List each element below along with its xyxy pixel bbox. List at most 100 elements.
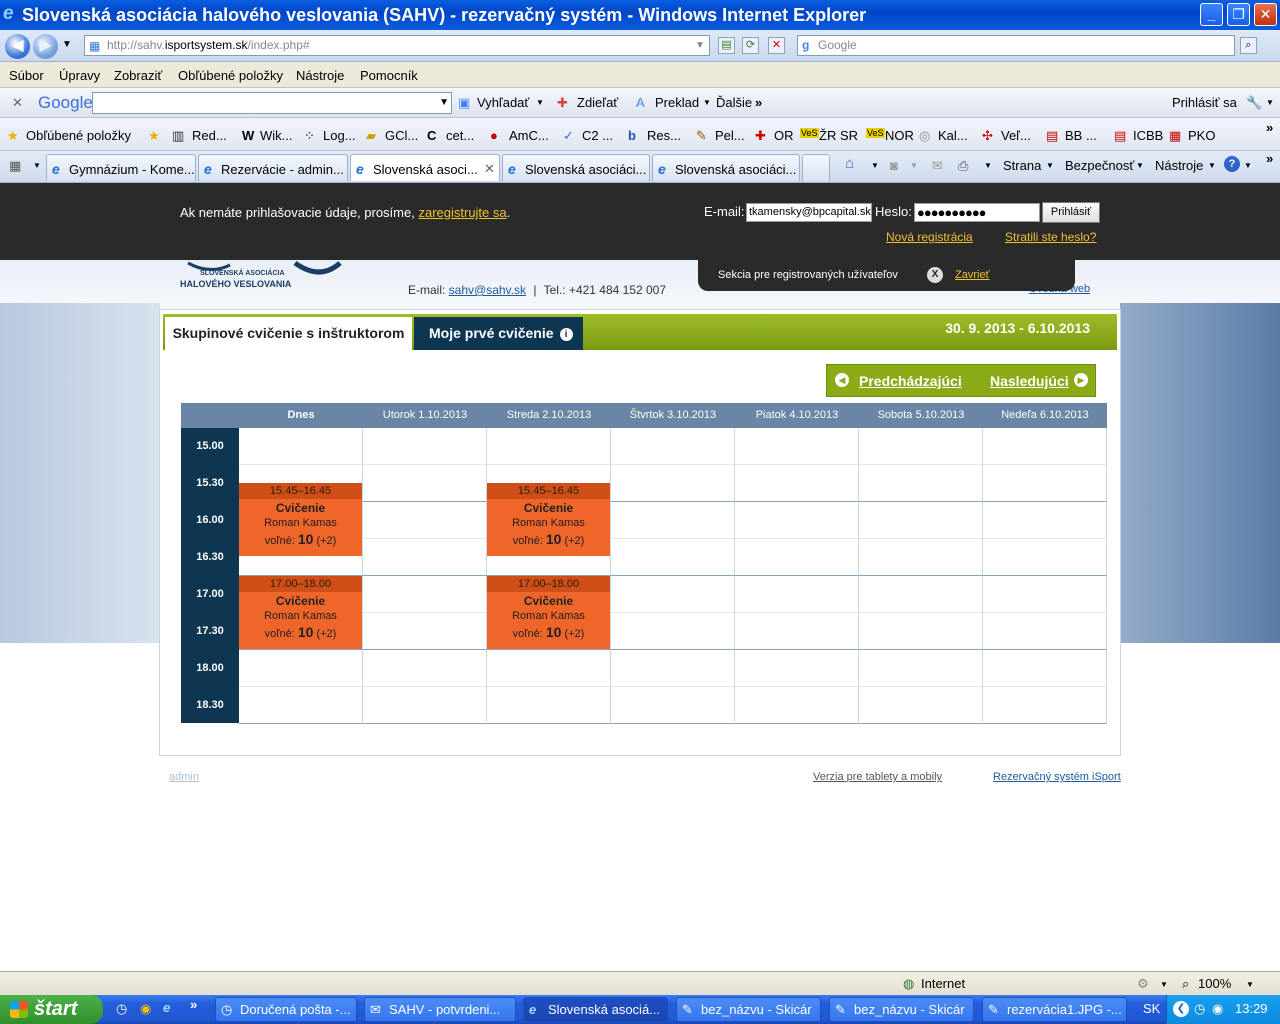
next-week-link[interactable]: Nasledujúci <box>990 373 1069 389</box>
close-section-link[interactable]: Zavrieť <box>955 269 990 281</box>
calendar-slot[interactable] <box>859 576 983 613</box>
training-event[interactable]: 17.00–18.00 Cvičenie Roman Kamas voľné: 10 … <box>487 576 610 649</box>
feeds-icon[interactable]: ◙ <box>890 158 898 173</box>
calendar-slot[interactable] <box>363 650 487 687</box>
feeds-dropdown-icon[interactable]: ▼ <box>910 161 918 170</box>
fav-item[interactable]: OR <box>774 128 794 143</box>
calendar-slot[interactable] <box>611 576 735 613</box>
google-search-input[interactable]: ▼ <box>92 92 452 114</box>
info-icon[interactable]: i <box>559 328 573 341</box>
lost-password-link[interactable]: Stratili ste heslo? <box>1005 230 1096 244</box>
login-password-input[interactable]: ●●●●●●●●●● <box>914 203 1040 222</box>
calendar-slot[interactable] <box>859 650 983 687</box>
fav-item[interactable]: Veľ... <box>1001 128 1031 143</box>
chrome-icon[interactable]: ◉ <box>140 1001 151 1017</box>
history-dropdown-icon[interactable]: ▼ <box>62 39 72 50</box>
tab-first-training[interactable]: Moje prvé cvičenie i <box>414 317 583 350</box>
calendar-slot[interactable] <box>859 465 983 502</box>
calendar-slot[interactable] <box>983 465 1107 502</box>
fav-item[interactable]: cet... <box>446 128 474 143</box>
register-link[interactable]: zaregistrujte sa <box>418 205 506 220</box>
training-event[interactable]: 15.45–16.45 Cvičenie Roman Kamas voľné: 10 … <box>239 483 362 556</box>
compatibility-icon[interactable]: ▤ <box>718 37 735 54</box>
fav-item[interactable]: AmC... <box>509 128 549 143</box>
calendar-slot[interactable] <box>487 428 611 465</box>
tools-dropdown-icon[interactable]: ▼ <box>1208 161 1216 170</box>
google-dropdown-icon[interactable]: ▼ <box>439 97 449 108</box>
calendar-slot[interactable] <box>239 428 363 465</box>
close-section-icon[interactable]: X <box>927 267 943 283</box>
browser-tab-active[interactable]: e Slovenská asoci... ✕ <box>350 154 500 181</box>
search-go-icon[interactable]: ⌕ <box>1240 37 1257 54</box>
fav-item[interactable]: NOR <box>885 128 914 143</box>
training-event[interactable]: 15.45–16.45 Cvičenie Roman Kamas voľné: 10 … <box>487 483 610 556</box>
fav-item[interactable]: Res... <box>647 128 681 143</box>
calendar-slot[interactable] <box>363 687 487 724</box>
mobile-version-link[interactable]: Verzia pre tablety a mobily <box>813 771 942 783</box>
calendar-slot[interactable] <box>611 539 735 576</box>
signin-button[interactable]: Prihlásiť sa <box>1172 95 1237 110</box>
calendar-slot[interactable] <box>363 428 487 465</box>
calendar-slot[interactable] <box>735 502 859 539</box>
page-dropdown-icon[interactable]: ▼ <box>1046 161 1054 170</box>
fav-item[interactable]: Pel... <box>715 128 745 143</box>
page-menu[interactable]: Strana <box>1003 158 1041 173</box>
taskbar-item[interactable]: ✎ bez_názvu - Skicár <box>829 997 974 1022</box>
calendar-slot[interactable] <box>983 539 1107 576</box>
training-event[interactable]: 17.00–18.00 Cvičenie Roman Kamas voľné: 10 … <box>239 576 362 649</box>
fav-item[interactable]: Red... <box>192 128 227 143</box>
help-icon[interactable]: ? <box>1224 156 1240 172</box>
new-tab-button[interactable] <box>802 154 830 181</box>
url-input[interactable]: ▦ http://sahv.isportsystem.sk/index.php#… <box>84 35 710 56</box>
stop-icon[interactable]: ✕ <box>768 37 785 54</box>
calendar-slot[interactable] <box>487 687 611 724</box>
tray-app-icon[interactable]: ◷ <box>1194 1001 1205 1017</box>
menu-file[interactable]: Súbor <box>9 68 44 83</box>
menu-edit[interactable]: Úpravy <box>59 68 100 83</box>
refresh-icon[interactable]: ⟳ <box>742 37 759 54</box>
calendar-slot[interactable] <box>611 650 735 687</box>
back-button[interactable]: ◀ <box>5 34 30 59</box>
browser-tab[interactable]: e Gymnázium - Kome... <box>46 154 196 181</box>
browser-tab[interactable]: e Rezervácie - admin... <box>198 154 348 181</box>
language-indicator[interactable]: SK <box>1143 1001 1160 1016</box>
maximize-button[interactable]: ❐ <box>1227 3 1250 26</box>
calendar-slot[interactable] <box>363 465 487 502</box>
calendar-slot[interactable] <box>983 650 1107 687</box>
calendar-slot[interactable] <box>611 613 735 650</box>
taskbar-item[interactable]: ✉ SAHV - potvrdeni... <box>364 997 516 1022</box>
safety-dropdown-icon[interactable]: ▼ <box>1136 161 1144 170</box>
help-dropdown-icon[interactable]: ▼ <box>1244 161 1252 170</box>
safety-menu[interactable]: Bezpečnosť <box>1065 158 1134 173</box>
quick-tabs-icon[interactable]: ▦ <box>9 158 21 174</box>
tab-close-icon[interactable]: ✕ <box>484 161 495 177</box>
site-logo[interactable]: SLOVENSKÁ ASOCIÁCIA HALOVÉHO VESLOVANIA <box>180 260 350 293</box>
calendar-slot[interactable] <box>363 576 487 613</box>
print-icon[interactable]: ⎙ <box>958 158 968 174</box>
tray-network-icon[interactable]: ◉ <box>1212 1001 1223 1017</box>
calendar-slot[interactable] <box>735 428 859 465</box>
favorites-more-icon[interactable]: » <box>1266 120 1273 135</box>
calendar-slot[interactable] <box>611 465 735 502</box>
translate-dropdown-icon[interactable]: ▼ <box>703 98 711 107</box>
login-email-input[interactable]: tkamensky@bpcapital.sk <box>746 203 872 222</box>
menu-tools[interactable]: Nástroje <box>296 68 344 83</box>
fav-item[interactable]: ŽR SR <box>819 128 858 143</box>
calendar-slot[interactable] <box>611 502 735 539</box>
calendar-slot[interactable] <box>859 613 983 650</box>
favorites-label[interactable]: Obľúbené položky <box>26 128 131 143</box>
calendar-slot[interactable] <box>859 687 983 724</box>
contact-email-link[interactable]: sahv@sahv.sk <box>449 283 526 297</box>
wrench-icon[interactable]: 🔧 <box>1246 95 1262 111</box>
fav-item[interactable]: PKO <box>1188 128 1215 143</box>
prev-arrow-icon[interactable]: ◀ <box>835 373 849 387</box>
calendar-slot[interactable] <box>859 502 983 539</box>
taskbar-item[interactable]: ✎ rezervácia1.JPG -... <box>982 997 1127 1022</box>
calendar-slot[interactable] <box>611 428 735 465</box>
zoom-dropdown-icon[interactable]: ▼ <box>1246 980 1254 989</box>
menu-favorites[interactable]: Obľúbené položky <box>178 68 283 83</box>
calendar-slot[interactable] <box>735 576 859 613</box>
prev-week-link[interactable]: Predchádzajúci <box>859 373 962 389</box>
tray-expand-icon[interactable]: ❮ <box>1173 1001 1189 1017</box>
search-dropdown-icon[interactable]: ▼ <box>536 98 544 107</box>
